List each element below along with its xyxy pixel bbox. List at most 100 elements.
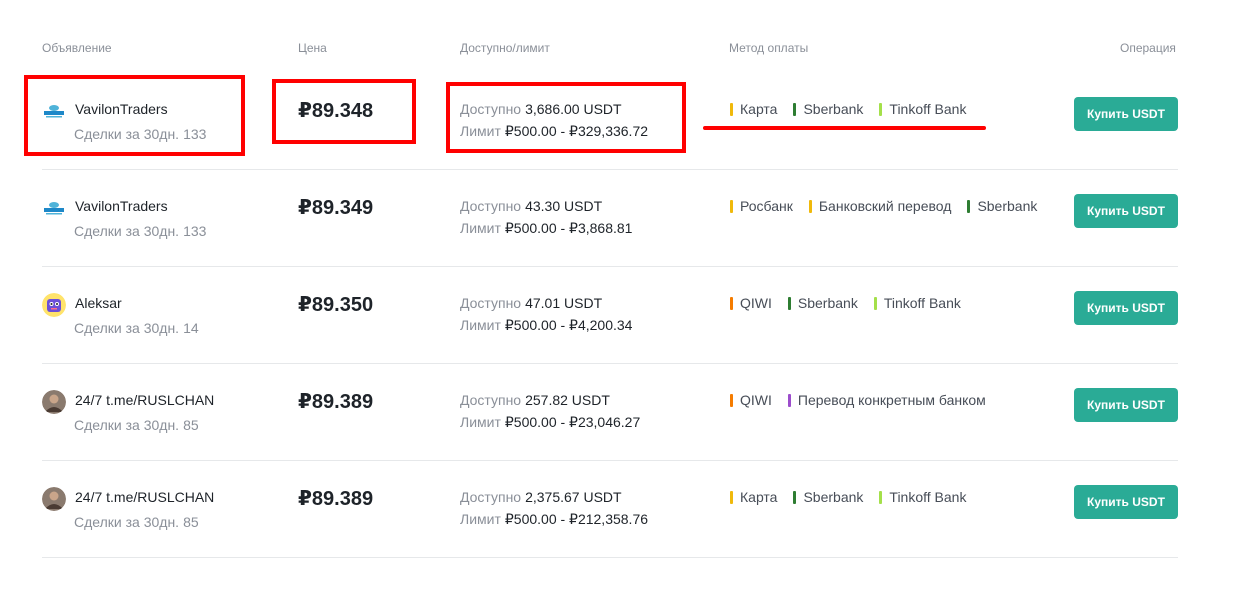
limit-range: Лимит ₽500.00 - ₽329,336.72 [460, 123, 648, 140]
table-row: 24/7 t.me/RUSLCHAN Сделки за 30дн. 85 ₽89.3… [42, 460, 1178, 558]
payment-method-tag: Sberbank [793, 489, 863, 505]
header-operation: Операция [1120, 41, 1176, 55]
limit-label: Лимит [460, 220, 501, 236]
available-label: Доступно [460, 392, 522, 408]
deals-value: 14 [183, 320, 199, 336]
limit-label: Лимит [460, 317, 501, 333]
payment-method-label: QIWI [740, 295, 772, 311]
available-value: 43.30 USDT [525, 198, 603, 214]
method-color-bar [730, 199, 733, 213]
deals-label: Сделки за 30дн. [74, 126, 180, 142]
advertiser-name[interactable]: VavilonTraders [75, 101, 168, 117]
payment-method-label: Tinkoff Bank [883, 295, 961, 311]
payment-method-label: Sberbank [977, 198, 1038, 214]
payment-method-label: Tinkoff Bank [889, 489, 967, 505]
available-value: 3,686.00 USDT [525, 101, 622, 117]
header-available-limit: Доступно/лимит [460, 41, 550, 55]
buy-usdt-button[interactable]: Купить USDT [1074, 291, 1178, 325]
price: ₽89.389 [298, 488, 374, 510]
deals-value: 85 [183, 417, 199, 433]
method-color-bar [873, 296, 877, 310]
available-label: Доступно [460, 198, 522, 214]
deals-count: Сделки за 30дн. 85 [74, 417, 199, 433]
method-color-bar [730, 490, 733, 504]
payment-method-tag: Росбанк [730, 198, 793, 214]
method-color-bar [808, 199, 812, 213]
payment-methods: QIWI Перевод конкретным банком [730, 392, 1002, 408]
avatar[interactable] [42, 99, 66, 123]
payment-method-tag: Tinkoff Bank [879, 101, 966, 117]
limit-label: Лимит [460, 414, 501, 430]
payment-method-label: Карта [740, 101, 778, 117]
payment-methods: Росбанк Банковский перевод Sberbank [730, 198, 1053, 214]
method-color-bar [730, 393, 733, 407]
payment-method-tag: Карта [730, 101, 777, 117]
payment-method-tag: Банковский перевод [808, 198, 952, 214]
deals-label: Сделки за 30дн. [74, 417, 180, 433]
deals-value: 133 [183, 126, 207, 142]
method-color-bar [730, 296, 733, 310]
available-amount: Доступно 2,375.67 USDT [460, 489, 622, 505]
header-payment-method: Метод оплаты [729, 41, 809, 55]
avatar[interactable] [42, 196, 66, 220]
method-color-bar [787, 296, 791, 310]
deals-label: Сделки за 30дн. [74, 514, 180, 530]
payment-method-label: Sberbank [797, 295, 858, 311]
advertiser-name[interactable]: 24/7 t.me/RUSLCHAN [75, 392, 214, 408]
buy-usdt-button[interactable]: Купить USDT [1074, 194, 1178, 228]
method-color-bar [793, 102, 797, 116]
buy-usdt-button[interactable]: Купить USDT [1074, 97, 1178, 131]
deals-count: Сделки за 30дн. 133 [74, 223, 206, 239]
limit-label: Лимит [460, 511, 501, 527]
payment-method-tag: Карта [730, 489, 777, 505]
payment-method-label: Tinkoff Bank [889, 101, 967, 117]
advertiser-name[interactable]: VavilonTraders [75, 198, 168, 214]
available-label: Доступно [460, 489, 522, 505]
payment-method-tag: Sberbank [967, 198, 1037, 214]
limit-value: ₽500.00 - ₽4,200.34 [504, 317, 633, 333]
payment-method-tag: Tinkoff Bank [879, 489, 966, 505]
header-ad: Объявление [42, 41, 112, 55]
deals-count: Сделки за 30дн. 133 [74, 126, 206, 142]
price: ₽89.389 [298, 391, 374, 413]
avatar[interactable] [42, 390, 66, 414]
payment-method-label: Sberbank [803, 489, 864, 505]
payment-method-label: QIWI [740, 392, 772, 408]
limit-value: ₽500.00 - ₽23,046.27 [504, 414, 641, 430]
available-amount: Доступно 3,686.00 USDT [460, 101, 622, 117]
method-color-bar [879, 102, 883, 116]
payment-method-label: Карта [740, 489, 778, 505]
price: ₽89.349 [298, 197, 374, 219]
header-price: Цена [298, 41, 327, 55]
table-row: Aleksar Сделки за 30дн. 14 ₽89.350 Доступно 4… [42, 266, 1178, 364]
limit-value: ₽500.00 - ₽3,868.81 [504, 220, 633, 236]
limit-value: ₽500.00 - ₽329,336.72 [504, 123, 649, 139]
deals-value: 133 [183, 223, 207, 239]
buy-usdt-button[interactable]: Купить USDT [1074, 388, 1178, 422]
available-amount: Доступно 43.30 USDT [460, 198, 602, 214]
payment-method-label: Sberbank [803, 101, 864, 117]
method-color-bar [787, 393, 791, 407]
payment-method-tag: Sberbank [793, 101, 863, 117]
avatar[interactable] [42, 293, 66, 317]
available-label: Доступно [460, 295, 522, 311]
payment-method-label: Банковский перевод [818, 198, 952, 214]
price: ₽89.348 [298, 100, 374, 122]
limit-range: Лимит ₽500.00 - ₽212,358.76 [460, 511, 648, 528]
payment-method-tag: QIWI [730, 295, 772, 311]
table-row: 24/7 t.me/RUSLCHAN Сделки за 30дн. 85 ₽89.3… [42, 363, 1178, 461]
advertiser-name[interactable]: 24/7 t.me/RUSLCHAN [75, 489, 214, 505]
payment-method-label: Росбанк [740, 198, 793, 214]
deals-value: 85 [183, 514, 199, 530]
avatar[interactable] [42, 487, 66, 511]
payment-method-tag: QIWI [730, 392, 772, 408]
payment-methods: QIWI Sberbank Tinkoff Bank [730, 295, 977, 311]
limit-value: ₽500.00 - ₽212,358.76 [504, 511, 649, 527]
payment-methods: Карта Sberbank Tinkoff Bank [730, 489, 982, 505]
available-amount: Доступно 47.01 USDT [460, 295, 602, 311]
advertiser-name[interactable]: Aleksar [75, 295, 122, 311]
available-amount: Доступно 257.82 USDT [460, 392, 610, 408]
payment-method-label: Перевод конкретным банком [797, 392, 986, 408]
buy-usdt-button[interactable]: Купить USDT [1074, 485, 1178, 519]
payment-methods: Карта Sberbank Tinkoff Bank [730, 101, 982, 117]
